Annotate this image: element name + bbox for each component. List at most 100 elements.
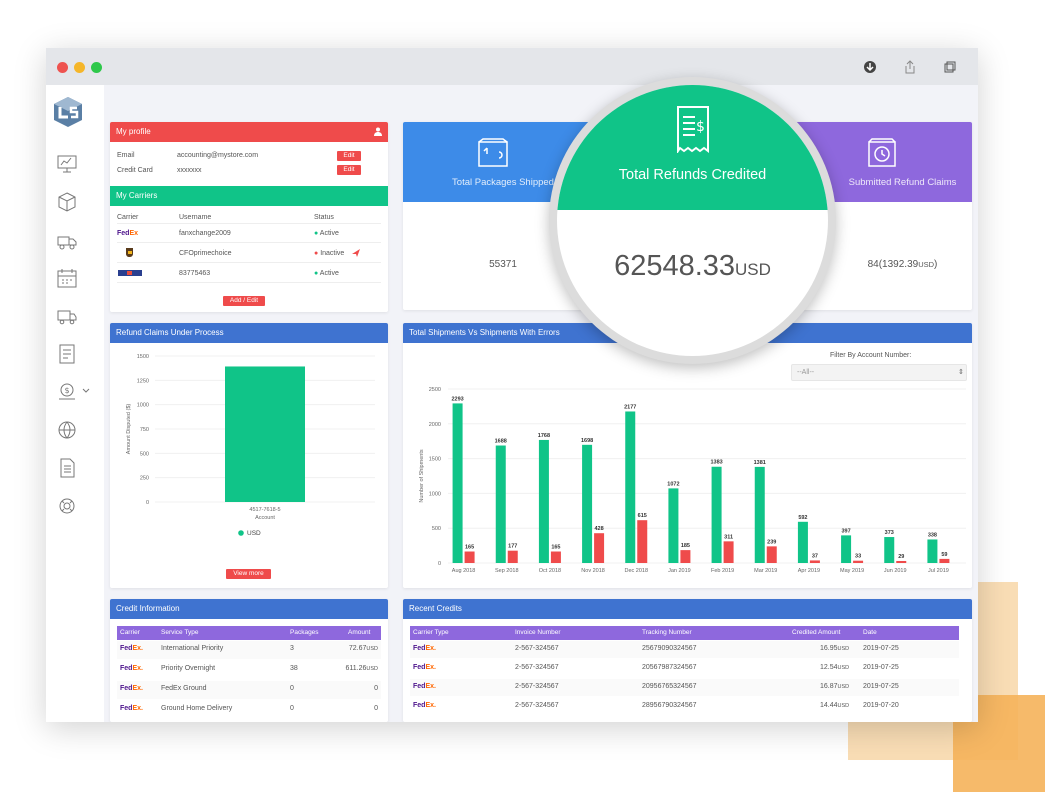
usps-logo xyxy=(118,270,142,276)
legend-label: USD xyxy=(247,530,261,537)
tracking-number: 28956790324567 xyxy=(642,702,697,709)
credit-card-label: Credit Card xyxy=(117,167,153,174)
edit-email-button[interactable]: Edit xyxy=(337,151,361,161)
download-icon[interactable] xyxy=(862,59,878,75)
invoice-number: 2-567-324567 xyxy=(515,702,559,709)
x-tick-label: Nov 2018 xyxy=(581,568,605,574)
data-label: 185 xyxy=(681,543,690,549)
data-label: 1698 xyxy=(581,438,593,444)
refunds-value: 62548.33USD xyxy=(614,250,771,282)
x-tick-label: Oct 2018 xyxy=(539,568,561,574)
bar-total xyxy=(797,521,808,563)
refund-claims-title: Refund Claims Under Process xyxy=(116,328,224,337)
refund-claims-chart: 1500 1250 1000 750 500 250 0 Amount Disputed ($… xyxy=(126,354,375,537)
report-icon[interactable] xyxy=(56,343,78,365)
y-tick-label: 1000 xyxy=(429,491,441,497)
chevron-down-icon[interactable] xyxy=(82,387,90,395)
logo xyxy=(54,97,82,127)
bar-errors xyxy=(680,550,691,563)
y-axis-label: Amount Disputed ($) xyxy=(126,404,132,455)
minimize-window-button[interactable] xyxy=(74,62,85,73)
refunds-lens: $ Total Refunds Credited 62548.33USD xyxy=(557,85,828,356)
x-tick-label: Mar 2019 xyxy=(754,568,777,574)
dashboard-icon[interactable] xyxy=(56,153,78,175)
refund-claims-card: Refund Claims Under Process 1500 1250 1000… xyxy=(110,323,388,588)
edit-card-button[interactable]: Edit xyxy=(337,165,361,175)
bar-errors xyxy=(766,546,777,563)
col-amount: Amount xyxy=(348,629,371,636)
profile-header: My profile xyxy=(110,122,388,142)
refunds-header: $ Total Refunds Credited xyxy=(557,85,828,210)
bar-errors xyxy=(896,560,907,563)
status-col-header: Status xyxy=(314,214,334,221)
bar-total xyxy=(711,466,722,563)
carriers-title: My Carriers xyxy=(116,191,158,200)
account-filter-select[interactable]: --All-- ⇕ xyxy=(791,364,967,381)
data-label: 177 xyxy=(508,544,517,550)
plane-icon[interactable] xyxy=(351,248,361,258)
credit-amount: 0 xyxy=(374,685,378,692)
credit-amount: 0 xyxy=(374,705,378,712)
refund-icon[interactable]: $ xyxy=(56,381,78,403)
table-row: FedEx. 2-567-324567 25679090324567 16.95… xyxy=(410,641,959,658)
y-tick-label: 2500 xyxy=(429,387,441,393)
fedex-logo: FedEx. xyxy=(413,645,436,652)
service-type: Ground Home Delivery xyxy=(161,705,233,712)
credit-card-value: xxxxxxx xyxy=(177,167,202,174)
service-type: FedEx Ground xyxy=(161,685,207,692)
fedex-logo: FedEx. xyxy=(413,664,436,671)
recent-credits-card: Recent Credits Carrier Type Invoice Numb… xyxy=(403,599,972,722)
credit-date: 2019-07-25 xyxy=(863,645,899,652)
credit-info-card: Credit Information Carrier Service Type … xyxy=(110,599,388,722)
refunds-magnifier: $ Total Refunds Credited 62548.33USD xyxy=(549,77,836,364)
calendar-icon[interactable] xyxy=(56,267,78,289)
add-edit-button[interactable]: Add / Edit xyxy=(223,296,265,306)
data-label: 311 xyxy=(724,534,733,540)
carrier-username: 83775463 xyxy=(179,270,211,277)
profile-card: My profile Email accounting@mystore.com … xyxy=(110,122,388,312)
x-tick-label: May 2019 xyxy=(840,568,864,574)
package-icon[interactable] xyxy=(56,191,78,213)
globe-icon[interactable] xyxy=(56,419,78,441)
x-tick-label: Jul 2019 xyxy=(928,568,949,574)
carrier-col-header: Carrier xyxy=(117,214,139,221)
y-axis-label: Number of Shipments xyxy=(419,449,425,502)
fedex-logo: FedEx. xyxy=(120,645,143,652)
ups-logo xyxy=(126,248,133,257)
invoice-number: 2-567-324567 xyxy=(515,683,559,690)
data-label: 2177 xyxy=(624,404,636,410)
invoice-number: 2-567-324567 xyxy=(515,645,559,652)
user-icon xyxy=(374,127,382,136)
fedex-logo: FedEx. xyxy=(120,665,143,672)
bar-total xyxy=(927,539,938,563)
credit-amount: 611.26USD xyxy=(345,665,378,672)
close-window-button[interactable] xyxy=(57,62,68,73)
view-more-button[interactable]: View more xyxy=(226,569,271,579)
x-tick-label: Dec 2018 xyxy=(624,568,648,574)
table-row: FedEx. 2-567-324567 28956790324567 14.44… xyxy=(410,698,959,715)
credited-amount: 14.44USD xyxy=(820,702,850,709)
data-label: 592 xyxy=(798,515,807,521)
data-label: 165 xyxy=(465,545,474,551)
maximize-window-button[interactable] xyxy=(91,62,102,73)
data-label: 37 xyxy=(812,553,818,559)
carrier-status: ● Active xyxy=(314,270,339,277)
table-row: FedEx. 2-567-324567 20956765324567 16.87… xyxy=(410,679,959,696)
bar-total xyxy=(884,537,895,563)
data-label: 338 xyxy=(928,532,937,538)
fedex-logo: FedEx. xyxy=(120,685,143,692)
package-count: 0 xyxy=(290,705,294,712)
bar-errors xyxy=(550,551,561,563)
truck-icon[interactable] xyxy=(56,305,78,327)
share-icon[interactable] xyxy=(902,59,918,75)
package-count: 38 xyxy=(290,665,298,672)
credited-amount: 16.87USD xyxy=(820,683,850,690)
document-icon[interactable] xyxy=(56,457,78,479)
table-row: FedEx. International Priority 3 72.67USD xyxy=(117,641,381,659)
box-icon xyxy=(478,138,508,167)
duplicate-icon[interactable] xyxy=(942,59,958,75)
delivery-icon[interactable] xyxy=(56,229,78,251)
bar-total xyxy=(625,411,636,563)
support-icon[interactable] xyxy=(56,495,78,517)
legend-swatch xyxy=(238,530,244,536)
